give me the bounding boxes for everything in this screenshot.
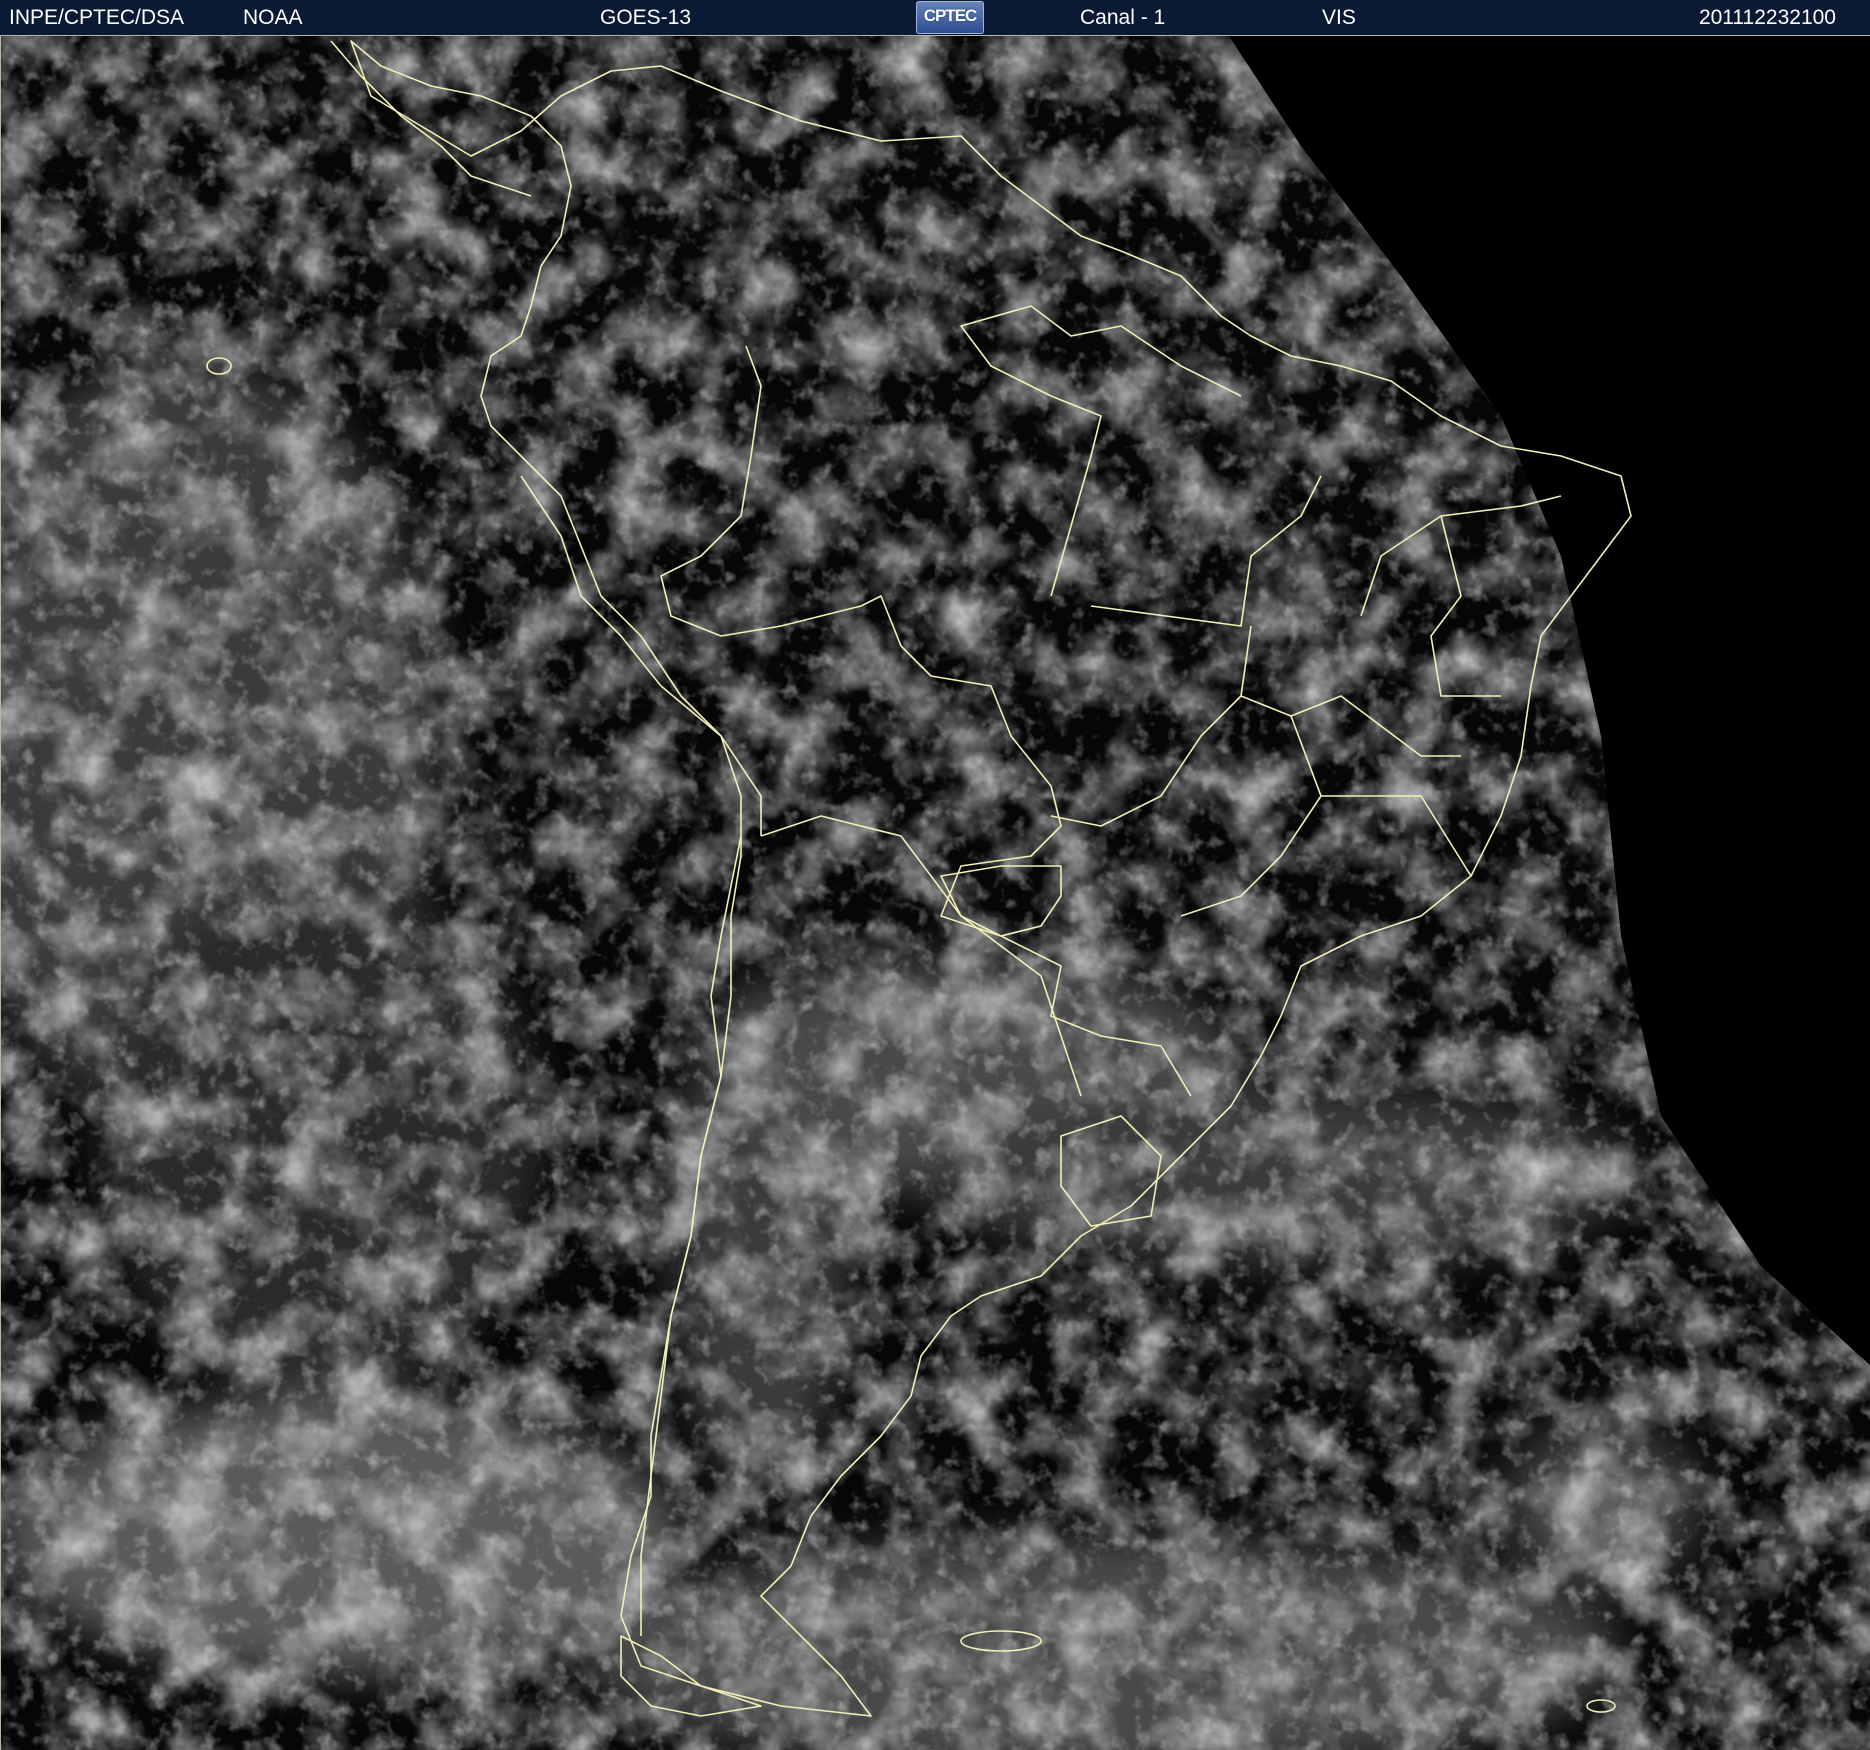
band-label: VIS (1322, 6, 1356, 29)
satellite-image (0, 36, 1870, 1750)
cptec-logo-text: CPTEC (923, 6, 978, 25)
timestamp-label: 201112232100 (1698, 6, 1836, 29)
agency-label: NOAA (243, 6, 303, 29)
channel-label: Canal - 1 (1080, 6, 1166, 29)
source-label: INPE/CPTEC/DSA (9, 6, 185, 29)
satellite-label: GOES-13 (600, 6, 692, 29)
cptec-logo: CPTEC (916, 1, 984, 34)
header-bar: INPE/CPTEC/DSA NOAA GOES-13 CPTEC Canal … (0, 0, 1870, 36)
satellite-image-svg (1, 36, 1870, 1750)
